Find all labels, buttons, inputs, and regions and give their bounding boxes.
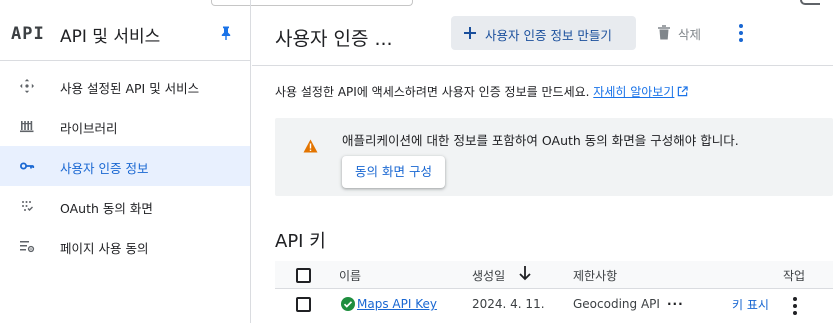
row-checkbox[interactable] — [296, 297, 311, 312]
arrow-down-icon[interactable] — [518, 265, 532, 281]
more-horiz-icon[interactable]: ··· — [667, 297, 684, 311]
api-keys-heading: API 키 — [275, 231, 326, 252]
warning-icon — [303, 139, 318, 153]
column-created[interactable]: 생성일 — [472, 267, 505, 284]
apis-services-icon — [20, 79, 34, 93]
sidebar-title: API 및 서비스 — [60, 27, 161, 47]
column-name[interactable]: 이름 — [339, 267, 361, 284]
sidebar-header: API API 및 서비스 — [0, 10, 251, 58]
sidebar-item-library[interactable]: 라이브러리 — [0, 106, 250, 146]
key-icon — [20, 162, 35, 170]
check-circle-icon — [341, 297, 355, 311]
sidebar-item-label: 사용자 인증 정보 — [60, 161, 149, 176]
oauth-consent-icon — [22, 201, 33, 211]
page-header: 사용자 인증 ... 사용자 인증 정보 만들기 삭제 — [252, 0, 833, 66]
created-date: 2024. 4. 11. — [472, 297, 545, 311]
sidebar-item-label: OAuth 동의 화면 — [60, 201, 153, 216]
sidebar-item-credentials[interactable]: 사용자 인증 정보 — [0, 146, 250, 186]
delete-label: 삭제 — [678, 27, 702, 42]
external-link-icon — [678, 86, 689, 97]
create-credentials-button[interactable]: 사용자 인증 정보 만들기 — [451, 16, 636, 50]
more-vert-icon[interactable] — [734, 22, 748, 44]
sidebar-item-label: 페이지 사용 동의 — [60, 241, 149, 256]
select-all-checkbox[interactable] — [296, 268, 311, 283]
column-restrictions: 제한사항 — [573, 269, 618, 283]
learn-more-link[interactable]: 자세히 알아보기 — [593, 85, 674, 99]
row-more-vert-icon[interactable] — [790, 296, 800, 316]
sidebar-item-label: 라이브러리 — [60, 121, 118, 136]
plus-icon — [464, 27, 476, 39]
column-actions: 작업 — [783, 269, 806, 283]
pin-icon[interactable] — [218, 25, 234, 41]
table-row: Maps API Key 2024. 4. 11. Geocoding API … — [275, 290, 833, 323]
trash-icon — [658, 25, 670, 40]
library-icon — [20, 121, 34, 133]
configure-consent-button[interactable]: 동의 화면 구성 — [342, 156, 445, 188]
sidebar-nav: 사용 설정된 API 및 서비스 라이브러리 사용자 인증 정보 OAuth 동… — [0, 66, 250, 266]
oauth-warning-banner: 애플리케이션에 대한 정보를 포함하여 OAuth 동의 화면을 구성해야 합니… — [275, 118, 833, 196]
api-key-name-link[interactable]: Maps API Key — [357, 297, 437, 311]
sidebar-item-label: 사용 설정된 API 및 서비스 — [60, 81, 200, 96]
main-content: 사용자 인증 ... 사용자 인증 정보 만들기 삭제 사용 설정한 API에 … — [252, 0, 833, 323]
sidebar-item-page-usage[interactable]: 페이지 사용 동의 — [0, 226, 250, 266]
intro-message: 사용 설정한 API에 액세스하려면 사용자 인증 정보를 만드세요. — [275, 85, 594, 99]
api-logo: API — [11, 24, 45, 44]
create-credentials-label: 사용자 인증 정보 만들기 — [485, 28, 612, 43]
show-key-link[interactable]: 키 표시 — [732, 296, 769, 313]
sidebar-divider — [0, 60, 251, 61]
page-usage-icon — [20, 241, 35, 253]
sidebar-item-oauth-consent[interactable]: OAuth 동의 화면 — [0, 186, 250, 226]
restriction-value: Geocoding API — [573, 297, 660, 311]
table-header: 이름 생성일 제한사항 작업 — [275, 261, 833, 289]
sidebar-item-enabled-apis[interactable]: 사용 설정된 API 및 서비스 — [0, 66, 250, 106]
warning-message: 애플리케이션에 대한 정보를 포함하여 OAuth 동의 화면을 구성해야 합니… — [342, 133, 739, 148]
sidebar: API API 및 서비스 사용 설정된 API 및 서비스 라이브러리 사용자… — [0, 0, 251, 323]
page-title: 사용자 인증 ... — [275, 28, 393, 50]
intro-text: 사용 설정한 API에 액세스하려면 사용자 인증 정보를 만드세요. 자세히 … — [275, 83, 689, 100]
